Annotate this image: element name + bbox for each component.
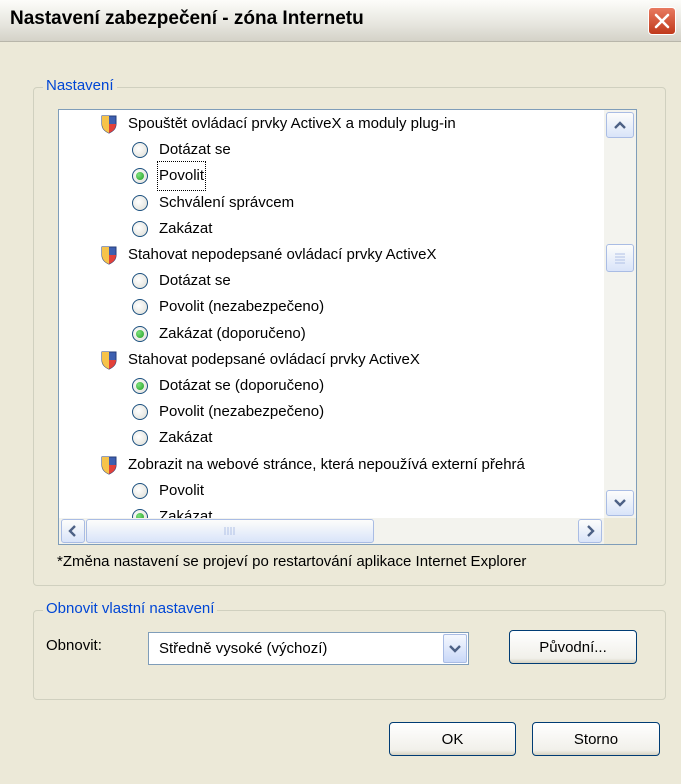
scroll-left-button[interactable] xyxy=(61,519,85,543)
setting-option-label: Povolit xyxy=(156,161,207,192)
radio-unchecked-icon[interactable] xyxy=(132,220,148,237)
security-shield-icon xyxy=(101,456,117,475)
setting-header-label: Stahovat podepsané ovládací prvky Active… xyxy=(128,350,420,368)
radio-unchecked-icon[interactable] xyxy=(132,273,148,290)
settings-list[interactable]: Spouštět ovládací prvky ActiveX a moduly… xyxy=(58,109,637,545)
reset-label: Obnovit: xyxy=(46,637,102,654)
setting-option-label: Dotázat se xyxy=(159,272,231,290)
setting-option-label: Povolit (nezabezpečeno) xyxy=(159,403,325,421)
window-title: Nastavení zabezpečení - zóna Internetu xyxy=(10,8,364,29)
scroll-up-button[interactable] xyxy=(606,112,634,138)
radio-dot xyxy=(136,172,144,181)
radio-unchecked-icon[interactable] xyxy=(132,142,148,159)
setting-option-label: Povolit (nezabezpečeno) xyxy=(159,298,325,316)
radio-checked-icon[interactable] xyxy=(132,378,148,394)
chevron-left-icon xyxy=(68,525,76,537)
vertical-scrollbar[interactable] xyxy=(604,110,636,518)
security-settings-dialog: Nastavení zabezpečení - zóna Internetu N… xyxy=(0,0,681,784)
radio-dot xyxy=(136,329,144,338)
radio-unchecked-icon[interactable] xyxy=(132,404,148,421)
radio-dot xyxy=(136,382,144,390)
scroll-down-button[interactable] xyxy=(606,490,634,516)
title-bar[interactable]: Nastavení zabezpečení - zóna Internetu xyxy=(0,0,681,42)
security-shield-icon xyxy=(101,351,117,370)
ok-button[interactable]: OK xyxy=(389,722,516,756)
dropdown-arrow-button[interactable] xyxy=(443,634,467,663)
ok-label: OK xyxy=(441,730,464,748)
chevron-down-icon xyxy=(614,499,626,507)
close-button[interactable] xyxy=(648,7,676,35)
setting-option-label: Dotázat se (doporučeno) xyxy=(159,377,325,394)
reset-level-dropdown[interactable]: Středně vysoké (výchozí) xyxy=(148,632,469,665)
setting-header-label: Spouštět ovládací prvky ActiveX a moduly… xyxy=(128,115,456,132)
chevron-up-icon xyxy=(614,121,626,129)
scroll-thumb[interactable] xyxy=(606,244,634,272)
setting-header-label: Stahovat nepodepsané ovládací prvky Acti… xyxy=(128,246,437,263)
horizontal-scroll-thumb[interactable] xyxy=(86,519,374,543)
cancel-button[interactable]: Storno xyxy=(532,722,660,756)
security-shield-icon xyxy=(101,246,117,265)
setting-option-label: Povolit xyxy=(159,481,205,499)
grip-icon xyxy=(224,527,235,535)
cancel-label: Storno xyxy=(573,730,619,748)
security-shield-icon xyxy=(101,115,117,134)
settings-group-legend: Nastavení xyxy=(43,77,117,94)
setting-option-label: Schválení správcem xyxy=(159,193,295,211)
chevron-right-icon xyxy=(587,525,595,537)
reset-level-value: Středně vysoké (výchozí) xyxy=(159,640,328,657)
setting-header-label: Zobrazit na webové stránce, která nepouž… xyxy=(128,455,525,473)
reset-label-text: Obnovit: xyxy=(46,637,102,654)
radio-unchecked-icon[interactable] xyxy=(132,482,148,499)
scrollbar-corner xyxy=(604,518,636,544)
setting-option-label: Zakázat (doporučeno) xyxy=(159,324,306,342)
reset-default-button[interactable]: Původní... xyxy=(509,630,637,664)
horizontal-scrollbar[interactable] xyxy=(59,518,604,544)
restart-note: *Změna nastavení se projeví po restartov… xyxy=(57,553,527,570)
reset-default-label: Původní... xyxy=(539,638,607,656)
grip-icon xyxy=(615,253,625,264)
radio-checked-icon[interactable] xyxy=(132,168,148,185)
reset-group-legend: Obnovit vlastní nastavení xyxy=(43,600,218,617)
close-icon xyxy=(654,13,670,29)
radio-checked-icon[interactable] xyxy=(132,325,148,342)
radio-unchecked-icon[interactable] xyxy=(132,299,148,316)
setting-option-label: Dotázat se xyxy=(159,141,231,159)
radio-unchecked-icon[interactable] xyxy=(132,194,148,211)
chevron-down-icon xyxy=(449,645,461,653)
setting-option-label: Zakázat xyxy=(159,219,213,237)
setting-option-label: Zakázat xyxy=(159,429,213,447)
radio-unchecked-icon[interactable] xyxy=(132,430,148,447)
scroll-right-button[interactable] xyxy=(578,519,602,543)
